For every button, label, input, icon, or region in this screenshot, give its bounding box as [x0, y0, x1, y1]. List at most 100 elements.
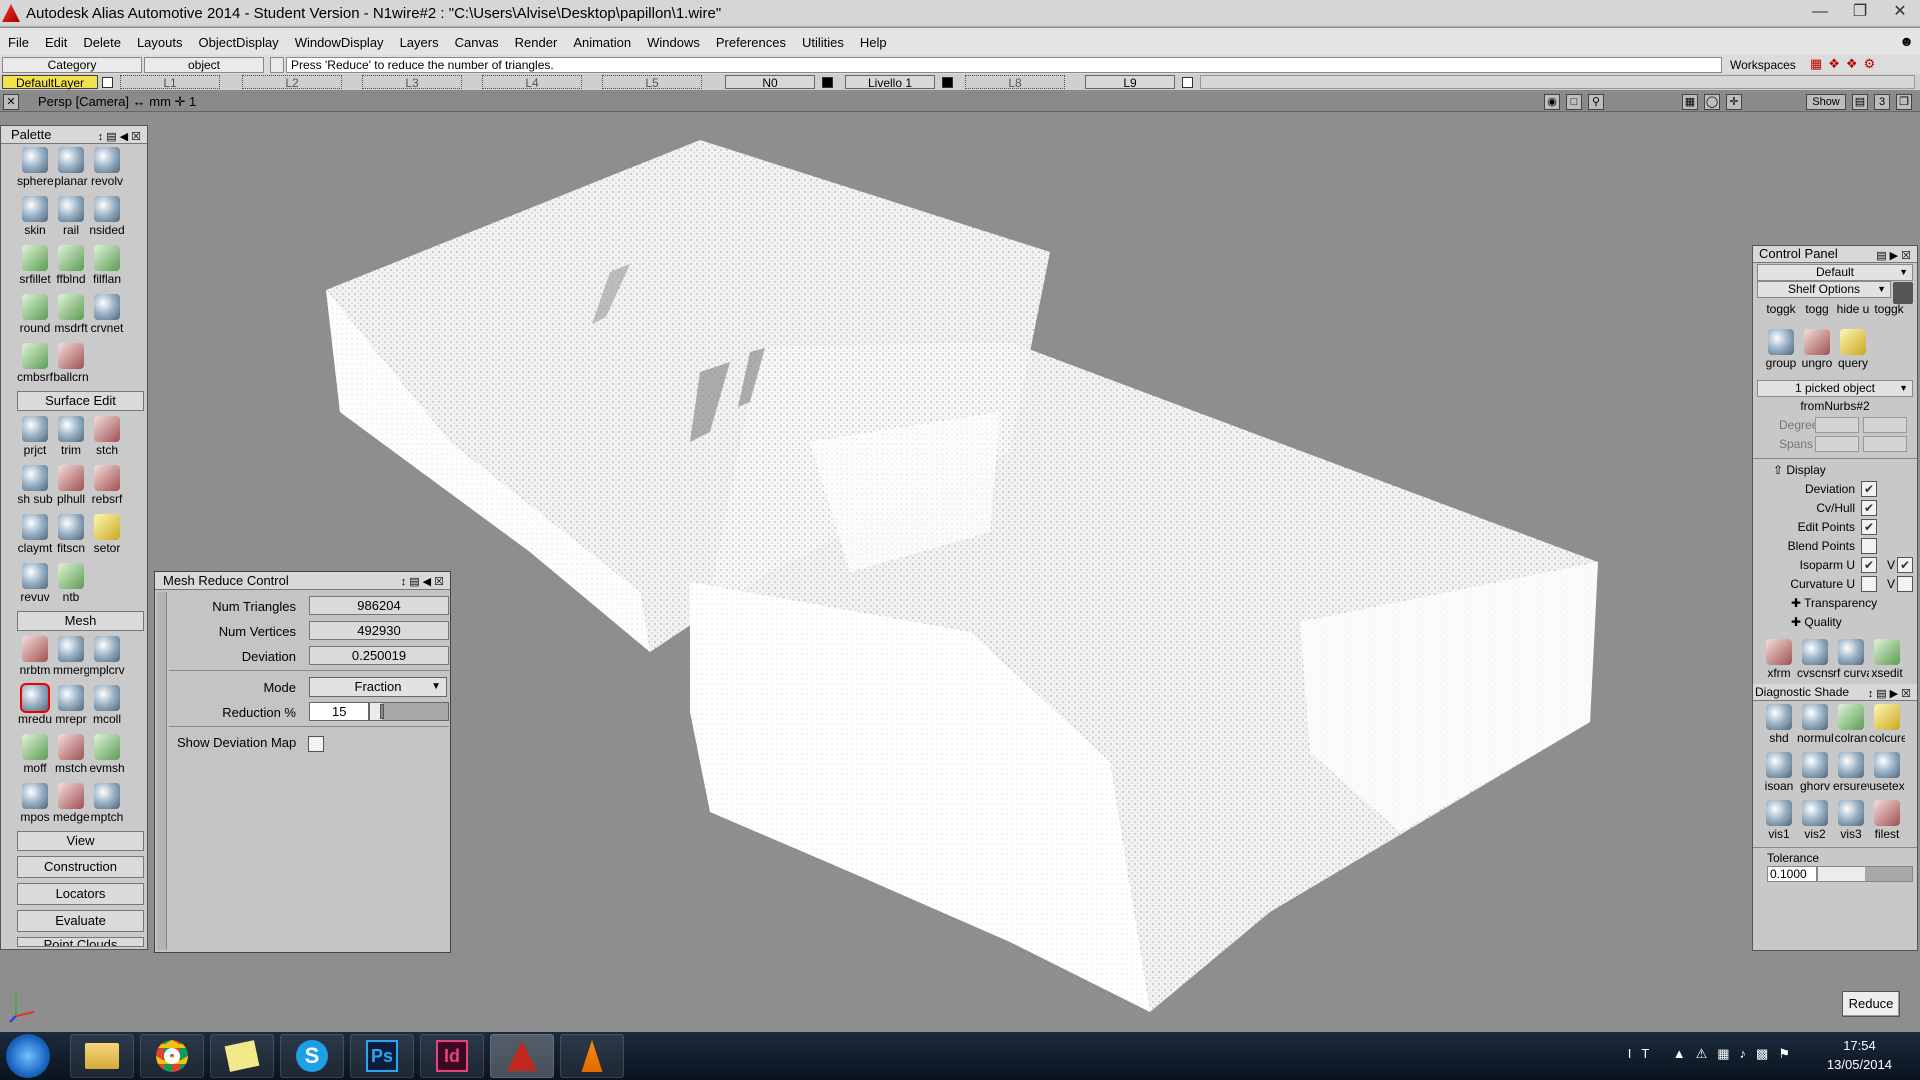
- shelf-cvscns[interactable]: cvscns: [1797, 636, 1833, 684]
- menu-layers[interactable]: Layers: [392, 35, 447, 50]
- shelf-options-dropdown[interactable]: Shelf Options ▼: [1757, 281, 1891, 298]
- mode-select[interactable]: Fraction ▼: [309, 677, 447, 697]
- language-indicator[interactable]: IT: [1628, 1046, 1659, 1061]
- diag-vis2[interactable]: vis2: [1797, 797, 1833, 845]
- tool-mplcrv[interactable]: mplcrv: [89, 633, 125, 682]
- section-mesh[interactable]: Mesh: [17, 611, 144, 631]
- maximize-view-icon[interactable]: ❐: [1896, 94, 1912, 110]
- tool-plhull[interactable]: plhull: [53, 462, 89, 511]
- menu-edit[interactable]: Edit: [37, 35, 75, 50]
- layer-l9[interactable]: L9: [1085, 75, 1175, 90]
- menu-objectdisplay[interactable]: ObjectDisplay: [190, 35, 286, 50]
- display-check-checkbox[interactable]: [1861, 576, 1877, 592]
- section-evaluate[interactable]: Evaluate: [17, 910, 144, 932]
- layout-icon[interactable]: ▤: [1852, 94, 1868, 110]
- tool-fitscn[interactable]: fitscn: [53, 511, 89, 560]
- tool-sh-sub[interactable]: sh sub: [17, 462, 53, 511]
- menu-delete[interactable]: Delete: [75, 35, 129, 50]
- menu-file[interactable]: File: [0, 35, 37, 50]
- menu-windows[interactable]: Windows: [639, 35, 708, 50]
- object-field[interactable]: object: [144, 57, 264, 73]
- diag-normul[interactable]: normul: [1797, 701, 1833, 749]
- transparency-section[interactable]: ✚ Transparency: [1753, 594, 1917, 613]
- shelf-ungroup[interactable]: ungro: [1799, 326, 1835, 374]
- category-field[interactable]: Category: [2, 57, 142, 73]
- shelf-xsedit[interactable]: xsedit: [1869, 636, 1905, 684]
- palette-header-icons[interactable]: ↕▤◀☒: [98, 128, 144, 146]
- v-checkbox[interactable]: ✔: [1897, 557, 1913, 573]
- layer-l2[interactable]: L2: [242, 75, 342, 90]
- tool-stch[interactable]: stch: [89, 413, 125, 462]
- vlc-icon[interactable]: [560, 1034, 624, 1078]
- tool-mredu[interactable]: mredu: [17, 682, 53, 731]
- tool-moff[interactable]: moff: [17, 731, 53, 780]
- tool-crvnet[interactable]: crvnet: [89, 291, 125, 340]
- tool-nsided[interactable]: nsided: [89, 193, 125, 242]
- viewport-close-icon[interactable]: ✕: [3, 94, 19, 110]
- display-check-checkbox[interactable]: ✔: [1861, 481, 1877, 497]
- tool-ffblnd[interactable]: ffblnd: [53, 242, 89, 291]
- layer-l4[interactable]: L4: [482, 75, 582, 90]
- folder-icon[interactable]: [70, 1034, 134, 1078]
- menu-animation[interactable]: Animation: [565, 35, 639, 50]
- control-panel-header-icons[interactable]: ▤▶☒: [1876, 248, 1914, 264]
- show-deviation-map-checkbox[interactable]: [307, 735, 324, 752]
- spans-u-field[interactable]: [1815, 436, 1859, 452]
- menu-canvas[interactable]: Canvas: [447, 35, 507, 50]
- tool-rebsrf[interactable]: rebsrf: [89, 462, 125, 511]
- zoom-icon[interactable]: ⚲: [1588, 94, 1604, 110]
- layer-n0[interactable]: N0: [725, 75, 815, 90]
- tool-prjct[interactable]: prjct: [17, 413, 53, 462]
- tool-msdrft[interactable]: msdrft: [53, 291, 89, 340]
- display-section[interactable]: ⇧ Display: [1753, 461, 1917, 480]
- section-surface-edit[interactable]: Surface Edit: [17, 391, 144, 411]
- diag-surevl[interactable]: ersurevl: [1833, 749, 1869, 797]
- layer-livello-visibility[interactable]: [942, 77, 953, 88]
- degree-u-field[interactable]: [1815, 417, 1859, 433]
- maximize-button[interactable]: ❐: [1840, 0, 1880, 26]
- tool-cmbsrf[interactable]: cmbsrf: [17, 340, 53, 389]
- workspaces-label[interactable]: Workspaces: [1730, 58, 1796, 72]
- reduction-input[interactable]: 15: [309, 702, 369, 721]
- menu-layouts[interactable]: Layouts: [129, 35, 191, 50]
- layer-l8[interactable]: L8: [965, 75, 1065, 90]
- shelf-xfrm[interactable]: xfrm: [1761, 636, 1797, 684]
- chrome-icon[interactable]: [140, 1034, 204, 1078]
- close-button[interactable]: ✕: [1880, 0, 1920, 26]
- diag-curevl[interactable]: colcurevl: [1869, 701, 1905, 749]
- photoshop-icon[interactable]: Ps: [350, 1034, 414, 1078]
- shelf-group[interactable]: group: [1763, 326, 1799, 374]
- shelf-toggk-2[interactable]: toggk: [1871, 302, 1907, 326]
- user-icon[interactable]: ☻: [1899, 33, 1914, 49]
- shelf-togg[interactable]: togg: [1799, 302, 1835, 326]
- tool-medge[interactable]: medge: [53, 780, 89, 829]
- shelf-curva[interactable]: rf curva: [1833, 636, 1869, 684]
- spans-v-field[interactable]: [1863, 436, 1907, 452]
- camera-icon[interactable]: ◉: [1544, 94, 1560, 110]
- diagnostic-header-icons[interactable]: ↕▤▶☒: [1868, 686, 1914, 702]
- layer-l3[interactable]: L3: [362, 75, 462, 90]
- diag-usetex[interactable]: usetex: [1869, 749, 1905, 797]
- shelf-toggk-1[interactable]: toggk: [1763, 302, 1799, 326]
- reduction-slider[interactable]: [369, 702, 449, 721]
- trash-icon[interactable]: [1893, 282, 1913, 304]
- viewcount-button[interactable]: 3: [1874, 94, 1890, 110]
- tool-ballcrn[interactable]: ballcrn: [53, 340, 89, 389]
- shelf-query[interactable]: query: [1835, 326, 1871, 374]
- layer-l9-visibility[interactable]: [1182, 77, 1193, 88]
- tool-revolv[interactable]: revolv: [89, 144, 125, 193]
- tray-icons[interactable]: ▲⚠▦♪▩⚑: [1673, 1046, 1800, 1061]
- tool-mptch[interactable]: mptch: [89, 780, 125, 829]
- tool-claymt[interactable]: claymt: [17, 511, 53, 560]
- indesign-icon[interactable]: Id: [420, 1034, 484, 1078]
- section-construction[interactable]: Construction: [17, 856, 144, 878]
- tool-nrbtm[interactable]: nrbtm: [17, 633, 53, 682]
- tool-mpos[interactable]: mpos: [17, 780, 53, 829]
- workspace-icons[interactable]: ▦❖❖⚙: [1810, 56, 1881, 72]
- skype-icon[interactable]: S: [280, 1034, 344, 1078]
- layer-n0-visibility[interactable]: [822, 77, 833, 88]
- menu-preferences[interactable]: Preferences: [708, 35, 794, 50]
- tool-sphere[interactable]: sphere: [17, 144, 53, 193]
- picked-object-dropdown[interactable]: 1 picked object ▼: [1757, 380, 1913, 397]
- layer-l5[interactable]: L5: [602, 75, 702, 90]
